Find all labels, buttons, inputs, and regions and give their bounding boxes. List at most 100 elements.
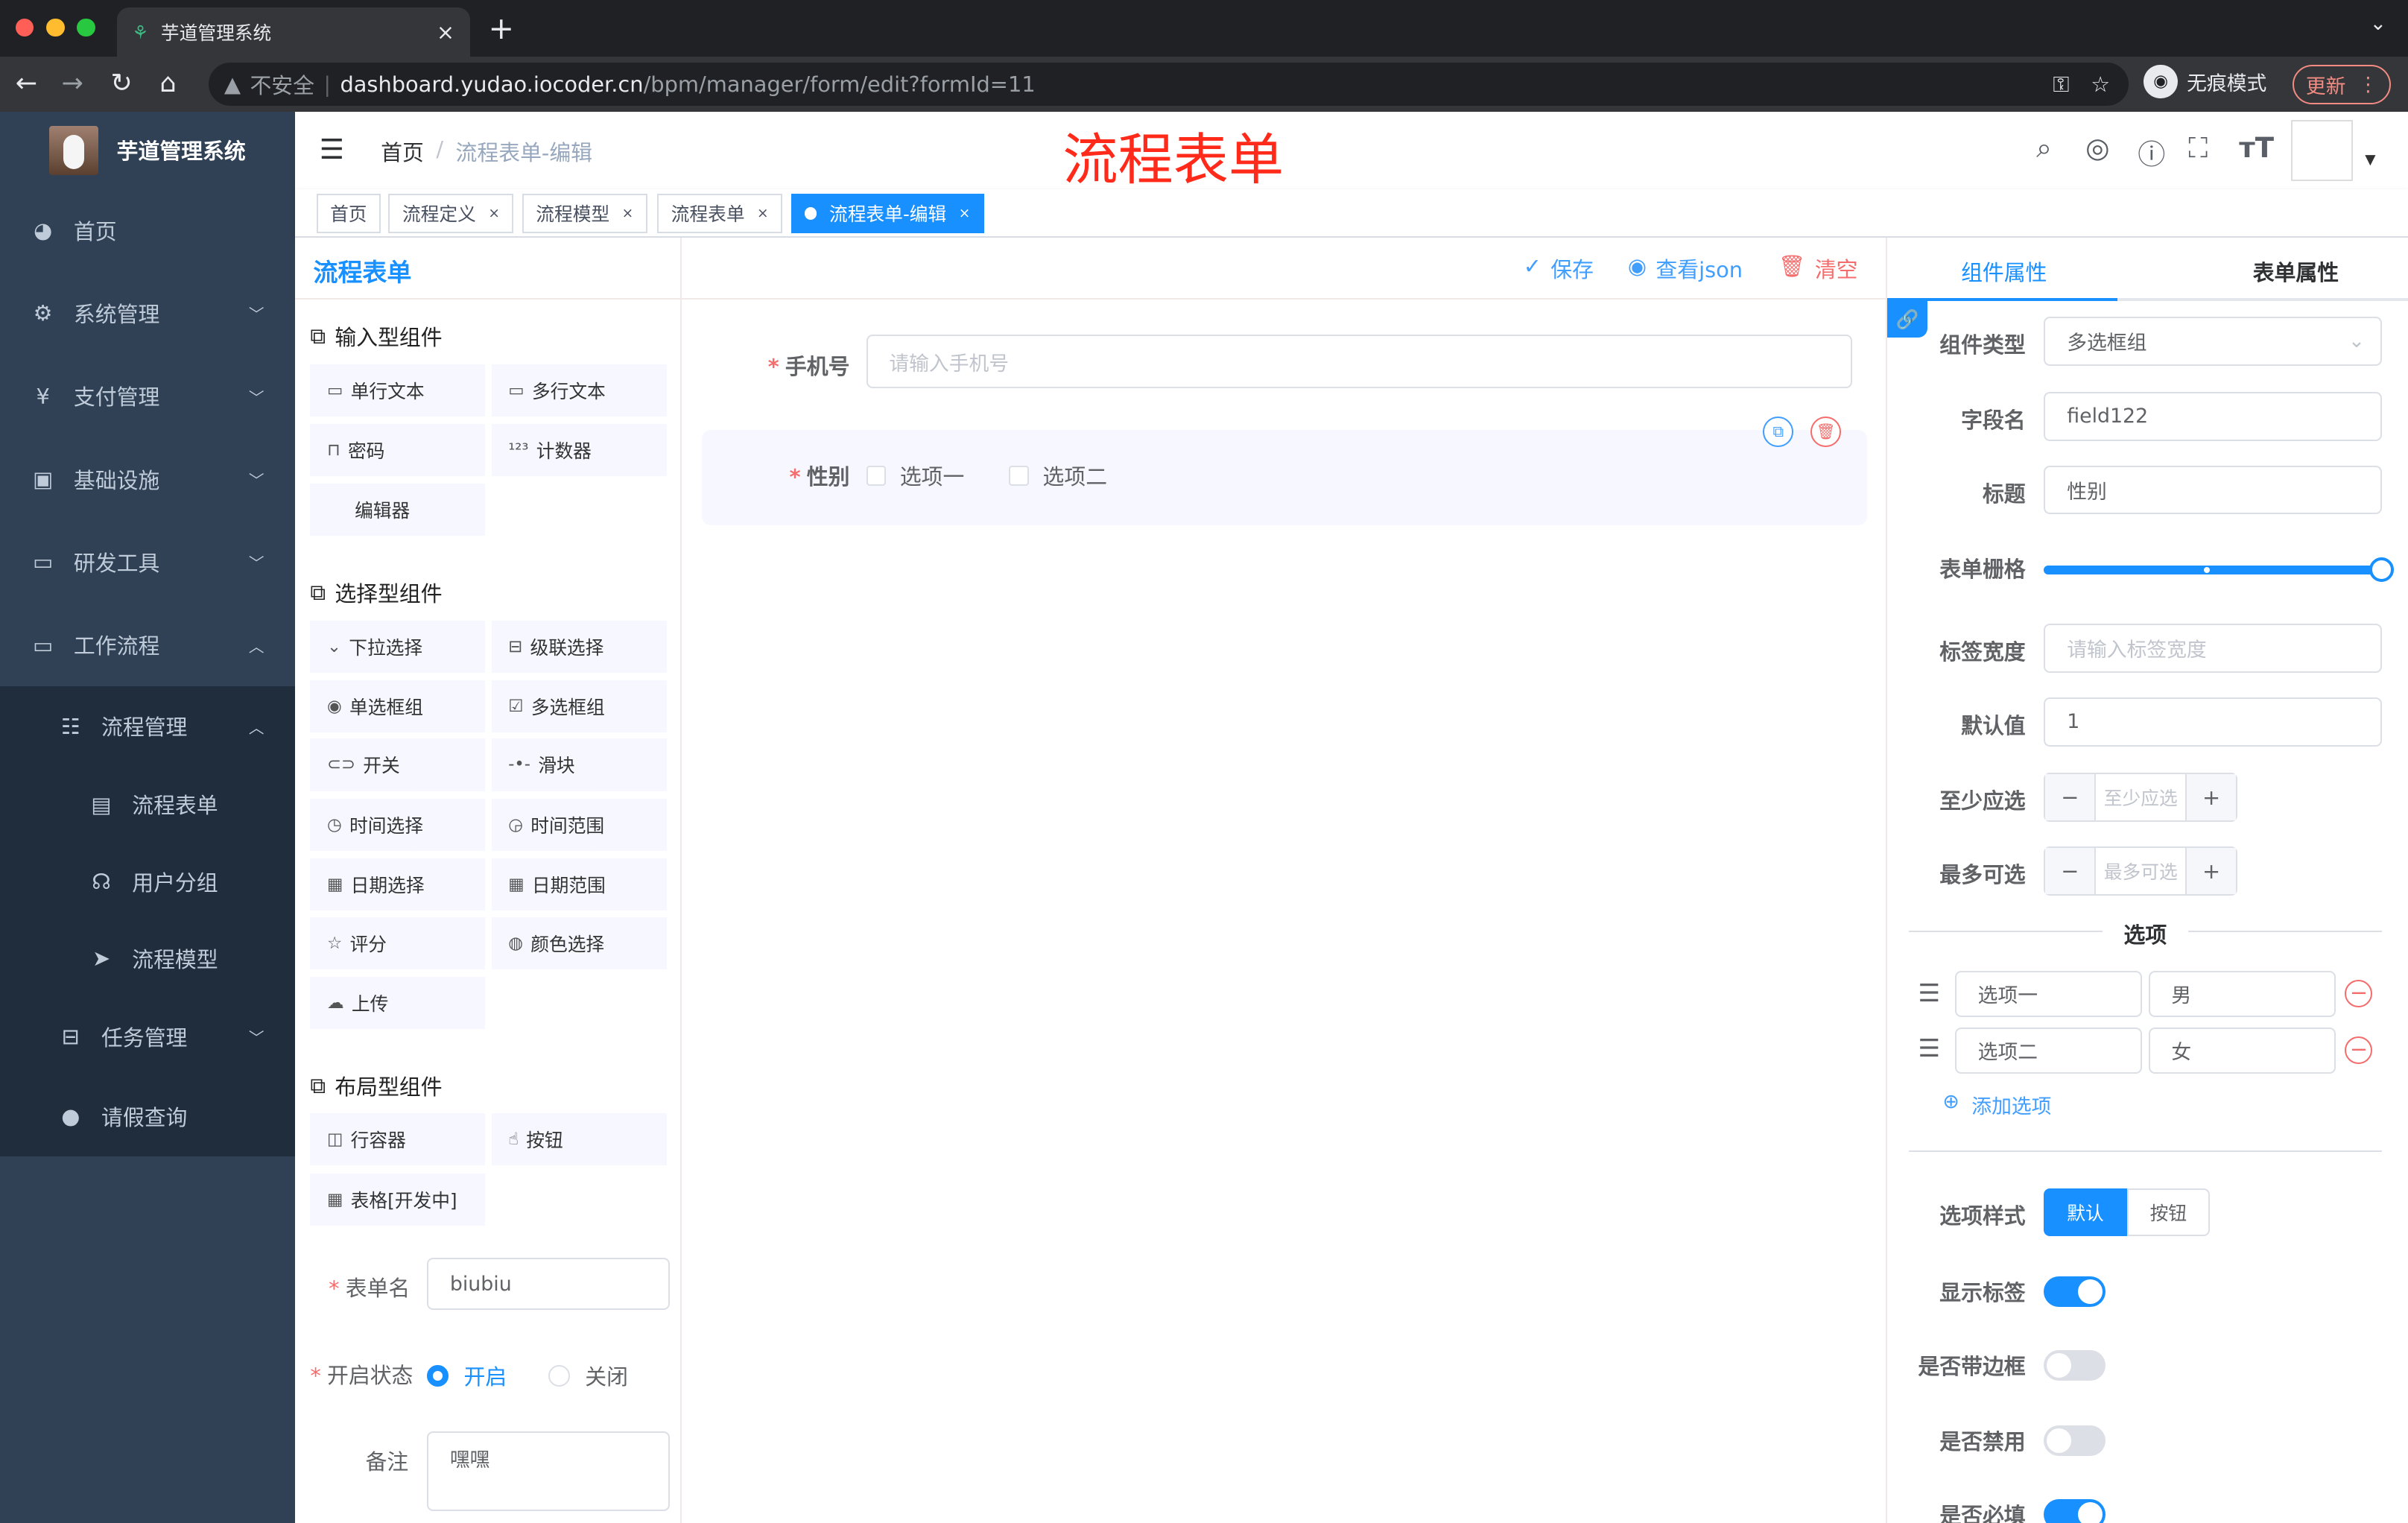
comp-checkbox[interactable]: ☑ 多选框组 — [491, 680, 667, 733]
save-button[interactable]: ✓ 保存 — [1524, 253, 1594, 284]
grid-slider[interactable] — [2044, 557, 2395, 583]
option-label-input[interactable]: 选项一 — [1954, 970, 2143, 1017]
comp-password[interactable]: ⊓ 密码 — [310, 423, 486, 476]
decrease-button[interactable]: − — [2045, 773, 2095, 820]
caret-down-icon[interactable]: ▼ — [2365, 152, 2375, 168]
hamburger-icon[interactable]: ☰ — [320, 133, 344, 165]
sidebar-item-task-manage[interactable]: ⊟ 任务管理 ﹀ — [0, 997, 295, 1077]
close-icon[interactable]: × — [488, 206, 500, 221]
comp-time-range[interactable]: ◶ 时间范围 — [491, 798, 667, 851]
status-radio-off[interactable]: 关闭 — [548, 1361, 628, 1391]
stepper-input[interactable]: 至少应选 — [2094, 773, 2187, 820]
style-button-button[interactable]: 按钮 — [2126, 1188, 2210, 1237]
border-switch[interactable] — [2044, 1349, 2106, 1381]
tab-component-props[interactable]: 组件属性 — [1961, 256, 2047, 287]
form-name-input[interactable]: biubiu — [427, 1258, 670, 1311]
font-size-icon[interactable]: тT — [2239, 132, 2274, 164]
comp-date[interactable]: ▦ 日期选择 — [310, 858, 486, 911]
bookmark-star-icon[interactable]: ☆ — [2091, 72, 2110, 98]
type-select[interactable]: 多选框组 ⌄ — [2044, 316, 2382, 366]
tab-close-icon[interactable]: × — [437, 19, 454, 45]
show-label-switch[interactable] — [2044, 1276, 2106, 1308]
tag-process-form-edit[interactable]: 流程表单-编辑 × — [790, 193, 984, 234]
comp-cascader[interactable]: ⊟ 级联选择 — [491, 620, 667, 673]
checkbox-option-1[interactable]: 选项一 — [866, 460, 964, 491]
remove-option-icon[interactable]: − — [2345, 1036, 2373, 1065]
increase-button[interactable]: + — [2187, 847, 2237, 894]
option-value-input[interactable]: 男 — [2148, 970, 2336, 1017]
close-icon[interactable]: × — [959, 206, 971, 221]
required-switch[interactable] — [2044, 1498, 2106, 1523]
tag-process-model[interactable]: 流程模型 × — [522, 193, 647, 234]
comp-slider[interactable]: -•- 滑块 — [491, 738, 667, 791]
comp-time[interactable]: ◷ 时间选择 — [310, 798, 486, 851]
comp-color[interactable]: ◍ 颜色选择 — [491, 916, 667, 969]
comp-date-range[interactable]: ▦ 日期范围 — [491, 858, 667, 911]
sidebar-item-system[interactable]: ⚙ 系统管理 ﹀ — [0, 272, 295, 355]
forward-icon[interactable]: → — [61, 68, 83, 98]
copy-icon[interactable]: ⧉ — [1763, 416, 1794, 447]
remark-textarea[interactable]: 嘿嘿 — [427, 1431, 670, 1512]
browser-tab[interactable]: ⚘ 芋道管理系统 × — [116, 7, 470, 57]
tag-process-definition[interactable]: 流程定义 × — [388, 193, 514, 234]
drag-handle-icon[interactable]: ☰ — [1918, 978, 1940, 1007]
key-icon[interactable]: ⚿ — [2053, 72, 2069, 98]
drag-handle-icon[interactable]: ☰ — [1918, 1033, 1940, 1063]
disabled-switch[interactable] — [2044, 1425, 2106, 1456]
comp-radio[interactable]: ◉ 单选框组 — [310, 680, 486, 733]
tag-process-form[interactable]: 流程表单 × — [657, 193, 783, 234]
sidebar-item-process-model[interactable]: ➤ 流程模型 — [0, 920, 295, 997]
decrease-button[interactable]: − — [2045, 847, 2095, 894]
sidebar-item-pay[interactable]: ¥ 支付管理 ﹀ — [0, 355, 295, 437]
comp-table[interactable]: ▦ 表格[开发中] — [310, 1173, 486, 1226]
breadcrumb-home[interactable]: 首页 — [381, 136, 424, 167]
tab-form-props[interactable]: 表单属性 — [2253, 256, 2339, 287]
update-button[interactable]: 更新 ⋮ — [2293, 64, 2392, 105]
comp-row[interactable]: ◫ 行容器 — [310, 1113, 486, 1166]
comp-textarea[interactable]: ▭ 多行文本 — [491, 364, 667, 417]
phone-input[interactable]: 请输入手机号 — [866, 335, 1852, 389]
close-icon[interactable]: × — [622, 206, 634, 221]
close-window-button[interactable] — [15, 18, 34, 37]
sidebar-item-home[interactable]: ◕ 首页 — [0, 189, 295, 272]
comp-rate[interactable]: ☆ 评分 — [310, 916, 486, 969]
comp-button[interactable]: ☝ 按钮 — [491, 1113, 667, 1166]
sidebar-item-infra[interactable]: ▣ 基础设施 ﹀ — [0, 437, 295, 520]
style-default-button[interactable]: 默认 — [2044, 1188, 2127, 1237]
sidebar-item-devtools[interactable]: ▭ 研发工具 ﹀ — [0, 521, 295, 604]
view-json-button[interactable]: ◉ 查看json — [1628, 253, 1743, 284]
fullscreen-icon[interactable]: ⛶ — [2188, 132, 2208, 165]
title-input[interactable]: 性别 — [2044, 465, 2382, 515]
url-bar[interactable]: ▲ 不安全 | dashboard.yudao.iocoder.cn/bpm/m… — [209, 63, 2129, 107]
comp-upload[interactable]: ☁ 上传 — [310, 976, 486, 1029]
comp-editor[interactable]: 编辑器 — [310, 484, 486, 536]
tag-home[interactable]: 首页 — [316, 193, 381, 234]
sidebar-item-process-manage[interactable]: ☷ 流程管理 ︿ — [0, 686, 295, 766]
sidebar-item-workflow[interactable]: ▭ 工作流程 ︿ — [0, 604, 295, 686]
reload-icon[interactable]: ↻ — [110, 68, 132, 98]
github-icon[interactable]: ◎ — [2085, 132, 2109, 164]
stepper-input[interactable]: 最多可选 — [2094, 847, 2187, 894]
comp-input[interactable]: ▭ 单行文本 — [310, 364, 486, 417]
remove-option-icon[interactable]: − — [2345, 980, 2373, 1008]
maximize-window-button[interactable] — [77, 18, 95, 37]
sidebar-item-process-form[interactable]: ▤ 流程表单 — [0, 766, 295, 843]
slider-thumb[interactable] — [2369, 557, 2395, 583]
max-stepper[interactable]: − 最多可选 + — [2044, 846, 2238, 896]
delete-icon[interactable]: 🗑 — [1810, 416, 1842, 447]
status-radio-on[interactable]: 开启 — [427, 1361, 507, 1391]
comp-select[interactable]: ⌄ 下拉选择 — [310, 620, 486, 673]
tab-list-chevron-icon[interactable]: ⌄ — [2370, 12, 2386, 35]
min-stepper[interactable]: − 至少应选 + — [2044, 772, 2238, 822]
avatar[interactable] — [2291, 119, 2353, 182]
back-icon[interactable]: ← — [16, 68, 37, 98]
close-icon[interactable]: × — [757, 206, 769, 221]
sidebar-item-user-group[interactable]: ☊ 用户分组 — [0, 843, 295, 920]
option-label-input[interactable]: 选项二 — [1954, 1027, 2143, 1074]
increase-button[interactable]: + — [2187, 773, 2237, 820]
comp-switch[interactable]: ⊂⊃ 开关 — [310, 738, 486, 791]
label-width-input[interactable]: 请输入标签宽度 — [2044, 623, 2382, 673]
default-input[interactable]: 1 — [2044, 697, 2382, 747]
home-icon[interactable]: ⌂ — [159, 68, 176, 98]
checkbox-option-2[interactable]: 选项二 — [1009, 460, 1107, 491]
